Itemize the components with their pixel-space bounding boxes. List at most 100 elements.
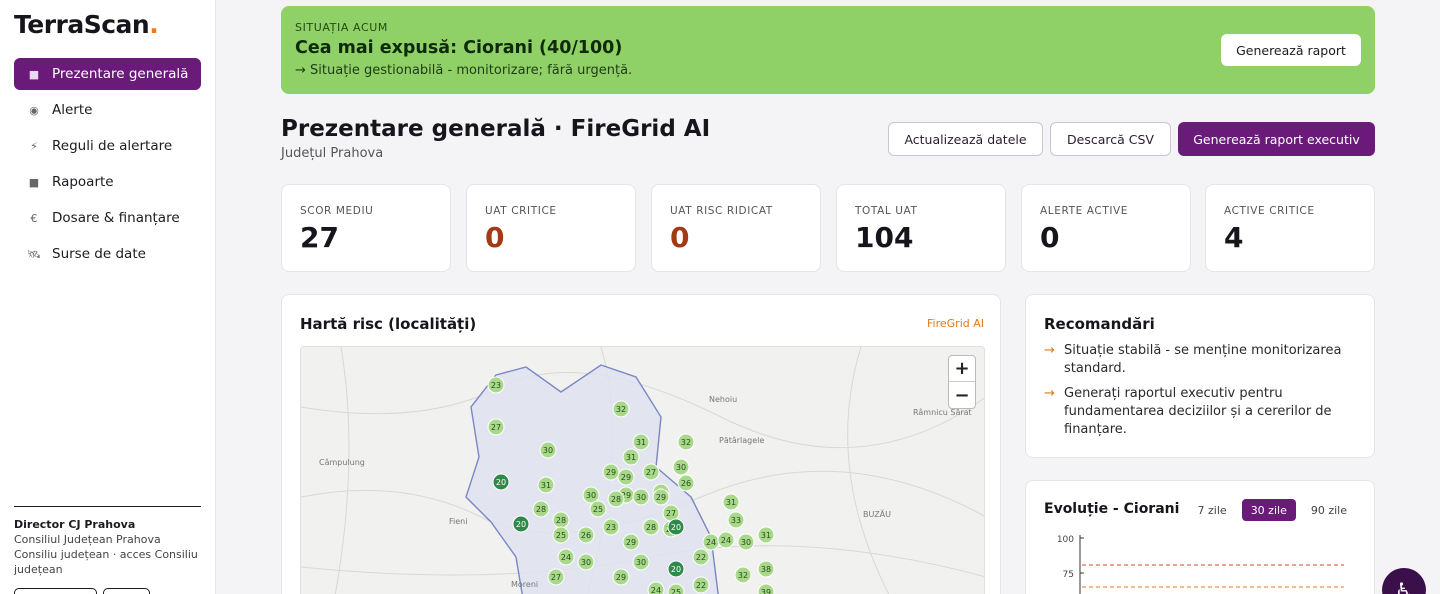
map-marker[interactable]: 22	[692, 548, 710, 566]
generate-executive-report-button[interactable]: Generează raport executiv	[1178, 122, 1375, 156]
map-marker[interactable]: 20	[667, 518, 685, 536]
map-marker[interactable]: 38	[757, 560, 775, 578]
marker-score: 28	[536, 505, 546, 514]
recommendations-list: → Situație stabilă - se menține monitoriz…	[1044, 342, 1354, 446]
marker-score: 30	[586, 491, 596, 500]
sidebar-item-label: Rapoarte	[52, 174, 114, 190]
kpi-label: ACTIVE CRITICE	[1224, 205, 1315, 217]
sidebar: TerraScan. ■ Prezentare generală ◉ Alerte ⚡ R…	[0, 0, 216, 594]
map-marker[interactable]: 33	[727, 511, 745, 529]
map-marker[interactable]: 22	[692, 576, 710, 594]
map-marker[interactable]: 28	[607, 490, 625, 508]
map-marker[interactable]: 26	[577, 526, 595, 544]
sidebar-item-label: Prezentare generală	[52, 66, 189, 82]
marker-score: 22	[696, 581, 706, 590]
marker-score: 27	[551, 573, 561, 582]
risk-map[interactable]: Nehoiu Râmnicu Sărat Pătârlagele Câmpulung B…	[300, 346, 985, 594]
map-marker[interactable]: 29	[602, 463, 620, 481]
map-marker[interactable]: 24	[557, 548, 575, 566]
marker-score: 31	[636, 438, 646, 447]
map-marker[interactable]: 26	[677, 474, 695, 492]
map-marker[interactable]: 25	[552, 526, 570, 544]
map-marker[interactable]: 31	[757, 526, 775, 544]
marker-score: 29	[606, 468, 616, 477]
marker-score: 26	[581, 531, 591, 540]
map-marker[interactable]: 20	[512, 515, 530, 533]
zoom-in-button[interactable]: +	[949, 356, 975, 382]
map-marker[interactable]: 23	[602, 518, 620, 536]
accessibility-button[interactable]: ♿	[1382, 568, 1426, 594]
sidebar-item-2[interactable]: ⚡ Reguli de alertare	[14, 130, 201, 162]
map-marker[interactable]: 20	[492, 473, 510, 491]
marker-score: 39	[761, 588, 771, 594]
kpi-value: 0	[670, 221, 690, 254]
kpi-label: UAT RISC RIDICAT	[670, 205, 773, 217]
banner-headline: Cea mai expusă: Ciorani (40/100)	[295, 38, 623, 58]
marker-score: 26	[681, 479, 691, 488]
evolution-tab[interactable]: 7 zile	[1189, 499, 1236, 521]
map-marker[interactable]: 30	[577, 553, 595, 571]
evolution-tab[interactable]: 90 zile	[1302, 499, 1356, 521]
map-marker[interactable]: 29	[652, 488, 670, 506]
brand-logo[interactable]: TerraScan.	[14, 10, 159, 39]
map-marker[interactable]: 39	[757, 583, 775, 594]
y-tick-75: 75	[1063, 570, 1074, 580]
sidebar-action-button[interactable]	[14, 588, 97, 594]
square-icon: ■	[28, 67, 40, 81]
map-marker[interactable]: 27	[642, 463, 660, 481]
map-marker[interactable]: 29	[617, 468, 635, 486]
map-marker[interactable]: 31	[622, 448, 640, 466]
evolution-title: Evoluție - Ciorani	[1044, 501, 1180, 517]
kpi-label: TOTAL UAT	[855, 205, 918, 217]
map-marker[interactable]: 30	[737, 533, 755, 551]
sidebar-item-4[interactable]: € Dosare & finanțare	[14, 202, 201, 234]
map-marker[interactable]: 28	[642, 518, 660, 536]
map-marker[interactable]: 23	[487, 376, 505, 394]
zoom-out-button[interactable]: −	[949, 382, 975, 408]
map-marker[interactable]: 27	[547, 568, 565, 586]
map-marker[interactable]: 20	[667, 560, 685, 578]
generate-report-button[interactable]: Generează raport	[1221, 34, 1361, 66]
map-marker[interactable]: 25	[589, 500, 607, 518]
map-marker[interactable]: 30	[582, 486, 600, 504]
marker-score: 28	[556, 516, 566, 525]
page-subtitle: Județul Prahova	[281, 146, 384, 161]
sidebar-item-1[interactable]: ◉ Alerte	[14, 94, 201, 126]
kpi-value: 4	[1224, 221, 1244, 254]
evolution-tab[interactable]: 30 zile	[1241, 499, 1296, 521]
marker-score: 33	[731, 516, 741, 525]
bolt-icon: ⚡	[30, 139, 38, 153]
map-marker[interactable]: 30	[632, 488, 650, 506]
marker-score: 30	[636, 558, 646, 567]
download-csv-button[interactable]: Descarcă CSV	[1050, 122, 1171, 156]
marker-score: 32	[738, 571, 748, 580]
map-marker[interactable]: 28	[552, 511, 570, 529]
map-marker[interactable]: 30	[632, 553, 650, 571]
map-marker[interactable]: 28	[532, 500, 550, 518]
map-marker[interactable]: 30	[672, 458, 690, 476]
sidebar-item-3[interactable]: ■ Rapoarte	[14, 166, 201, 198]
map-marker[interactable]: 29	[622, 533, 640, 551]
map-marker[interactable]: 27	[487, 418, 505, 436]
map-marker[interactable]: 30	[539, 441, 557, 459]
marker-score: 20	[496, 478, 506, 487]
sidebar-item-5[interactable]: 🛰 Surse de date	[14, 238, 201, 270]
sidebar-secondary-button[interactable]	[103, 588, 150, 594]
map-marker[interactable]: 31	[632, 433, 650, 451]
map-marker[interactable]: 29	[612, 568, 630, 586]
marker-score: 25	[593, 505, 603, 514]
marker-score: 29	[626, 538, 636, 547]
map-marker[interactable]: 31	[537, 476, 555, 494]
map-marker[interactable]: 24	[702, 533, 720, 551]
sidebar-item-0[interactable]: ■ Prezentare generală	[14, 58, 201, 90]
map-marker[interactable]: 32	[734, 566, 752, 584]
refresh-data-button[interactable]: Actualizează datele	[888, 122, 1043, 156]
map-marker[interactable]: 32	[612, 400, 630, 418]
map-marker[interactable]: 31	[722, 493, 740, 511]
map-marker[interactable]: 24	[647, 581, 665, 594]
kpi-value: 0	[485, 221, 505, 254]
map-place-label: Fieni	[449, 517, 467, 526]
marker-score: 27	[646, 468, 656, 477]
map-marker[interactable]: 32	[677, 433, 695, 451]
map-marker[interactable]: 24	[717, 531, 735, 549]
